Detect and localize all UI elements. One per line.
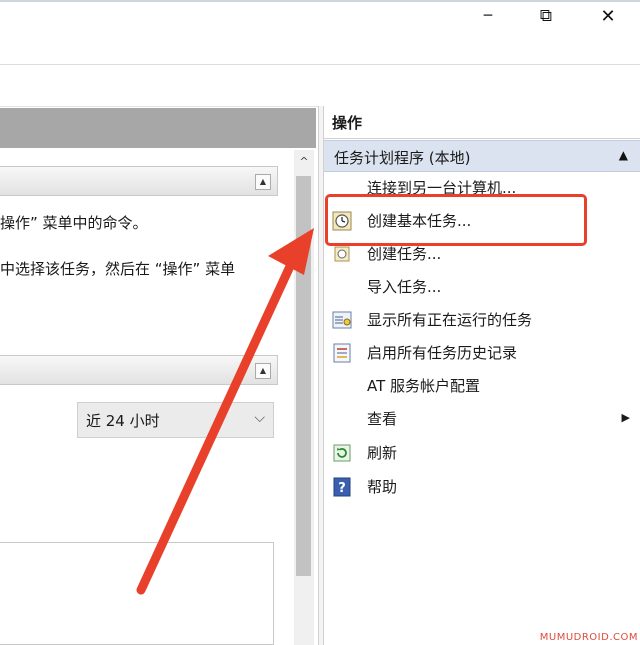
annotation-arrow	[136, 228, 314, 595]
watermark: MUMUDROID.COM	[539, 632, 638, 643]
